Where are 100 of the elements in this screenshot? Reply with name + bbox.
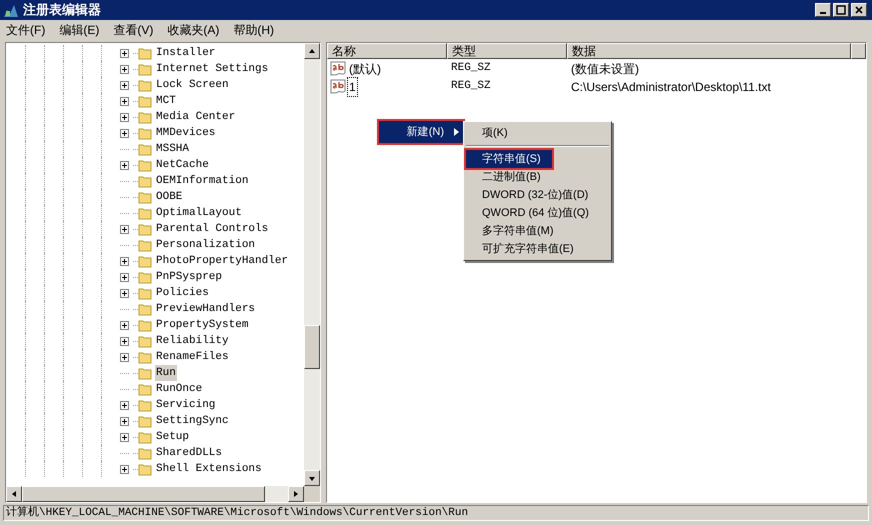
expand-icon[interactable] xyxy=(120,96,129,106)
scroll-left-button[interactable] xyxy=(6,486,22,502)
expand-icon[interactable] xyxy=(120,224,129,234)
tree-item[interactable]: Setup xyxy=(155,428,190,446)
tree-item[interactable]: Run xyxy=(155,364,177,382)
close-button[interactable] xyxy=(851,3,867,17)
folder-icon xyxy=(138,238,152,252)
folder-icon xyxy=(138,254,152,268)
submenu-item[interactable]: DWORD (32-位)值(D) xyxy=(466,186,609,204)
tree-item[interactable]: RunOnce xyxy=(155,380,204,398)
menu-item[interactable]: 文件(F) xyxy=(4,21,48,39)
scroll-right-button[interactable] xyxy=(288,486,304,502)
string-value-icon xyxy=(330,79,346,94)
tree-item[interactable]: Servicing xyxy=(155,396,216,414)
expand-icon[interactable] xyxy=(120,256,129,266)
tree-item[interactable]: Reliability xyxy=(155,332,230,350)
string-value-icon xyxy=(330,61,346,76)
folder-icon xyxy=(138,318,152,332)
table-cell-text: REG_SZ xyxy=(450,79,492,94)
table-cell-text: REG_SZ xyxy=(450,61,492,76)
scroll-thumb[interactable] xyxy=(304,325,320,369)
expand-icon[interactable] xyxy=(120,320,129,330)
window-title: 注册表编辑器 xyxy=(23,1,101,20)
expand-icon[interactable] xyxy=(120,464,129,474)
submenu-item[interactable]: QWORD (64 位)值(Q) xyxy=(466,204,609,222)
scroll-thumb[interactable] xyxy=(22,486,265,502)
expand-icon[interactable] xyxy=(120,112,129,122)
folder-icon xyxy=(138,286,152,300)
folder-icon xyxy=(138,62,152,76)
tree-item[interactable]: Internet Settings xyxy=(155,60,270,78)
tree-item[interactable]: Installer xyxy=(155,44,216,62)
submenu-item[interactable]: 二进制值(B) xyxy=(466,168,609,186)
expand-icon[interactable] xyxy=(120,128,129,138)
context-menu-item[interactable]: 新建(N) xyxy=(379,121,463,143)
expand-icon[interactable] xyxy=(120,272,129,282)
close-icon xyxy=(854,5,864,15)
folder-icon xyxy=(138,190,152,204)
tree-item[interactable]: Media Center xyxy=(155,108,236,126)
folder-icon xyxy=(138,302,152,316)
tree-item[interactable]: MMDevices xyxy=(155,124,216,142)
value-name[interactable]: 1 xyxy=(348,78,357,96)
folder-icon xyxy=(138,126,152,140)
expand-icon[interactable] xyxy=(120,64,129,74)
folder-icon xyxy=(138,366,152,380)
folder-icon xyxy=(138,462,152,476)
folder-icon xyxy=(138,430,152,444)
tree-item[interactable]: PnPSysprep xyxy=(155,268,224,286)
submenu-item[interactable]: 可扩充字符串值(E) xyxy=(466,240,609,258)
tree-item[interactable]: MCT xyxy=(155,92,177,110)
column-header[interactable]: 名称 xyxy=(327,43,447,59)
expand-icon[interactable] xyxy=(120,432,129,442)
scrollbar-corner xyxy=(304,486,320,502)
folder-icon xyxy=(138,222,152,236)
menu-item[interactable]: 帮助(H) xyxy=(231,21,276,39)
maximize-icon xyxy=(836,5,846,15)
tree-item[interactable]: PropertySystem xyxy=(155,316,250,334)
folder-icon xyxy=(138,94,152,108)
tree-item[interactable]: Policies xyxy=(155,284,210,302)
menu-item[interactable]: 编辑(E) xyxy=(57,21,102,39)
expand-icon[interactable] xyxy=(120,416,129,426)
folder-icon xyxy=(138,398,152,412)
submenu-item[interactable]: 字符串值(S) xyxy=(466,150,552,168)
tree-item[interactable]: NetCache xyxy=(155,156,210,174)
folder-icon xyxy=(138,158,152,172)
tree-item[interactable]: MSSHA xyxy=(155,140,190,158)
expand-icon[interactable] xyxy=(120,352,129,362)
expand-icon[interactable] xyxy=(120,400,129,410)
menu-item[interactable]: 查看(V) xyxy=(111,21,156,39)
tree-item[interactable]: OOBE xyxy=(155,188,184,206)
expand-icon[interactable] xyxy=(120,336,129,346)
tree-item[interactable]: Lock Screen xyxy=(155,76,230,94)
tree-item[interactable]: RenameFiles xyxy=(155,348,230,366)
submenu-item[interactable]: 项(K) xyxy=(466,124,609,142)
menu-item[interactable]: 收藏夹(A) xyxy=(165,21,222,39)
tree-item[interactable]: OptimalLayout xyxy=(155,204,243,222)
expand-icon[interactable] xyxy=(120,48,129,58)
tree-item[interactable]: PreviewHandlers xyxy=(155,300,256,318)
tree-item[interactable]: Shell Extensions xyxy=(155,460,263,478)
tree-item[interactable]: SettingSync xyxy=(155,412,230,430)
maximize-button[interactable] xyxy=(833,3,849,17)
column-header[interactable]: 数据 xyxy=(567,43,851,59)
minimize-button[interactable] xyxy=(815,3,831,17)
table-cell-text: (数值未设置) xyxy=(570,60,640,78)
submenu-arrow-icon xyxy=(454,128,459,136)
tree-item[interactable]: PhotoPropertyHandler xyxy=(155,252,290,270)
tree-item[interactable]: SharedDLLs xyxy=(155,444,224,462)
expand-icon[interactable] xyxy=(120,80,129,90)
folder-icon xyxy=(138,142,152,156)
value-name[interactable]: (默认) xyxy=(348,60,382,78)
submenu-item[interactable]: 多字符串值(M) xyxy=(466,222,609,240)
scroll-up-button[interactable] xyxy=(304,43,320,59)
expand-icon[interactable] xyxy=(120,160,129,170)
folder-icon xyxy=(138,334,152,348)
tree-item[interactable]: OEMInformation xyxy=(155,172,250,190)
scroll-down-button[interactable] xyxy=(304,470,320,486)
expand-icon[interactable] xyxy=(120,288,129,298)
status-bar: 计算机\HKEY_LOCAL_MACHINE\SOFTWARE\Microsoft\Windows\CurrentVersion\Run xyxy=(3,505,869,521)
tree-item[interactable]: Parental Controls xyxy=(155,220,270,238)
column-header[interactable]: 类型 xyxy=(447,43,567,59)
tree-item[interactable]: Personalization xyxy=(155,236,256,254)
